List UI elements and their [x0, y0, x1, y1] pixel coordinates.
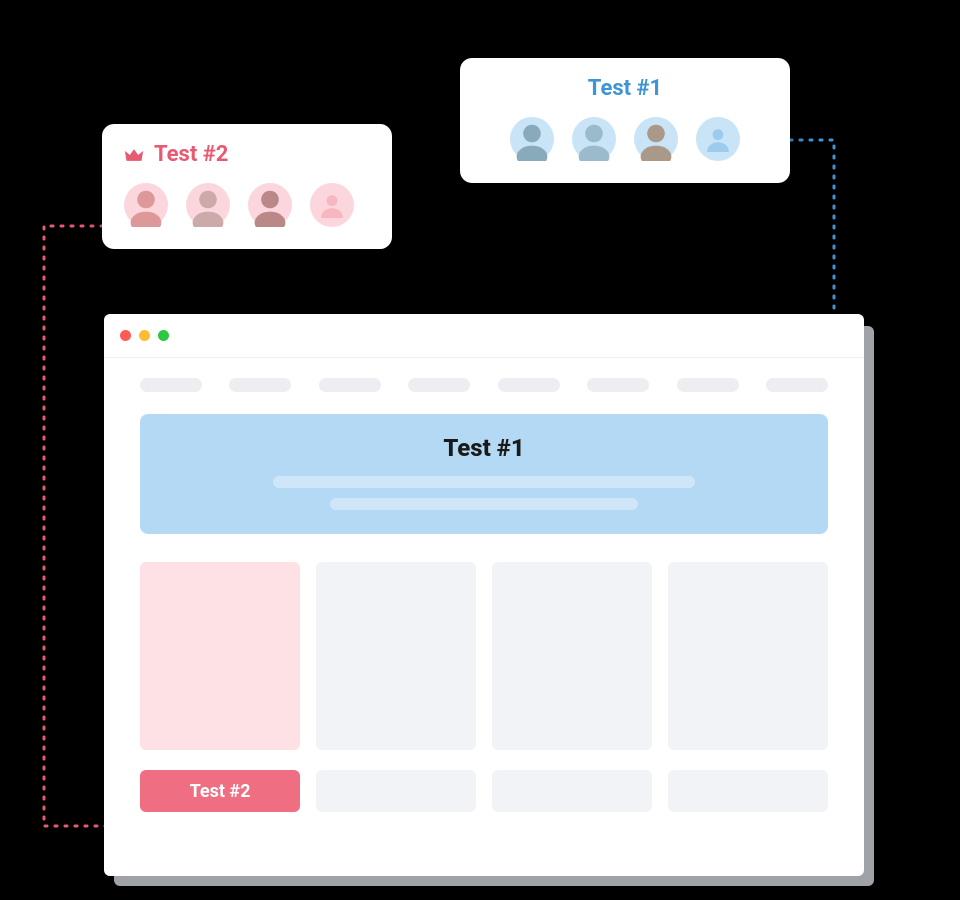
window-zoom-icon[interactable] [158, 330, 169, 341]
content-tile[interactable] [668, 562, 828, 750]
nav-tab[interactable] [766, 378, 828, 392]
bottom-row: Test #2 [140, 770, 828, 812]
hero-title: Test #1 [164, 434, 804, 462]
window-close-icon[interactable] [120, 330, 131, 341]
bottom-chip[interactable] [668, 770, 828, 812]
avatar [510, 117, 554, 161]
card-title: Test #1 [482, 76, 768, 101]
content-tile-highlight[interactable] [140, 562, 300, 750]
content-tile[interactable] [316, 562, 476, 750]
skeleton-line [273, 476, 695, 488]
nav-tab[interactable] [498, 378, 560, 392]
skeleton-line [330, 498, 637, 510]
nav-tab[interactable] [140, 378, 202, 392]
avatar-placeholder-icon[interactable] [696, 117, 740, 161]
avatar [248, 183, 292, 227]
content-tile[interactable] [492, 562, 652, 750]
variant-button-label: Test #2 [190, 781, 251, 802]
browser-window: Test #1 Test #2 [104, 314, 864, 876]
nav-tab[interactable] [408, 378, 470, 392]
avatar [572, 117, 616, 161]
variant-button-test2[interactable]: Test #2 [140, 770, 300, 812]
avatar [634, 117, 678, 161]
variant-card-test1: Test #1 [460, 58, 790, 183]
nav-tab[interactable] [319, 378, 381, 392]
bottom-chip[interactable] [316, 770, 476, 812]
crown-icon [124, 147, 144, 163]
content-grid [140, 562, 828, 750]
avatar-placeholder-icon[interactable] [310, 183, 354, 227]
bottom-chip[interactable] [492, 770, 652, 812]
variant-card-test2: Test #2 [102, 124, 392, 249]
nav-tab[interactable] [229, 378, 291, 392]
avatar-row [124, 183, 370, 227]
card-title: Test #2 [154, 142, 228, 167]
avatar [186, 183, 230, 227]
window-minimize-icon[interactable] [139, 330, 150, 341]
hero-banner-test1: Test #1 [140, 414, 828, 534]
avatar [124, 183, 168, 227]
nav-tab[interactable] [587, 378, 649, 392]
avatar-row [482, 117, 768, 161]
nav-tabs [140, 378, 828, 392]
nav-tab[interactable] [677, 378, 739, 392]
window-titlebar [104, 314, 864, 358]
